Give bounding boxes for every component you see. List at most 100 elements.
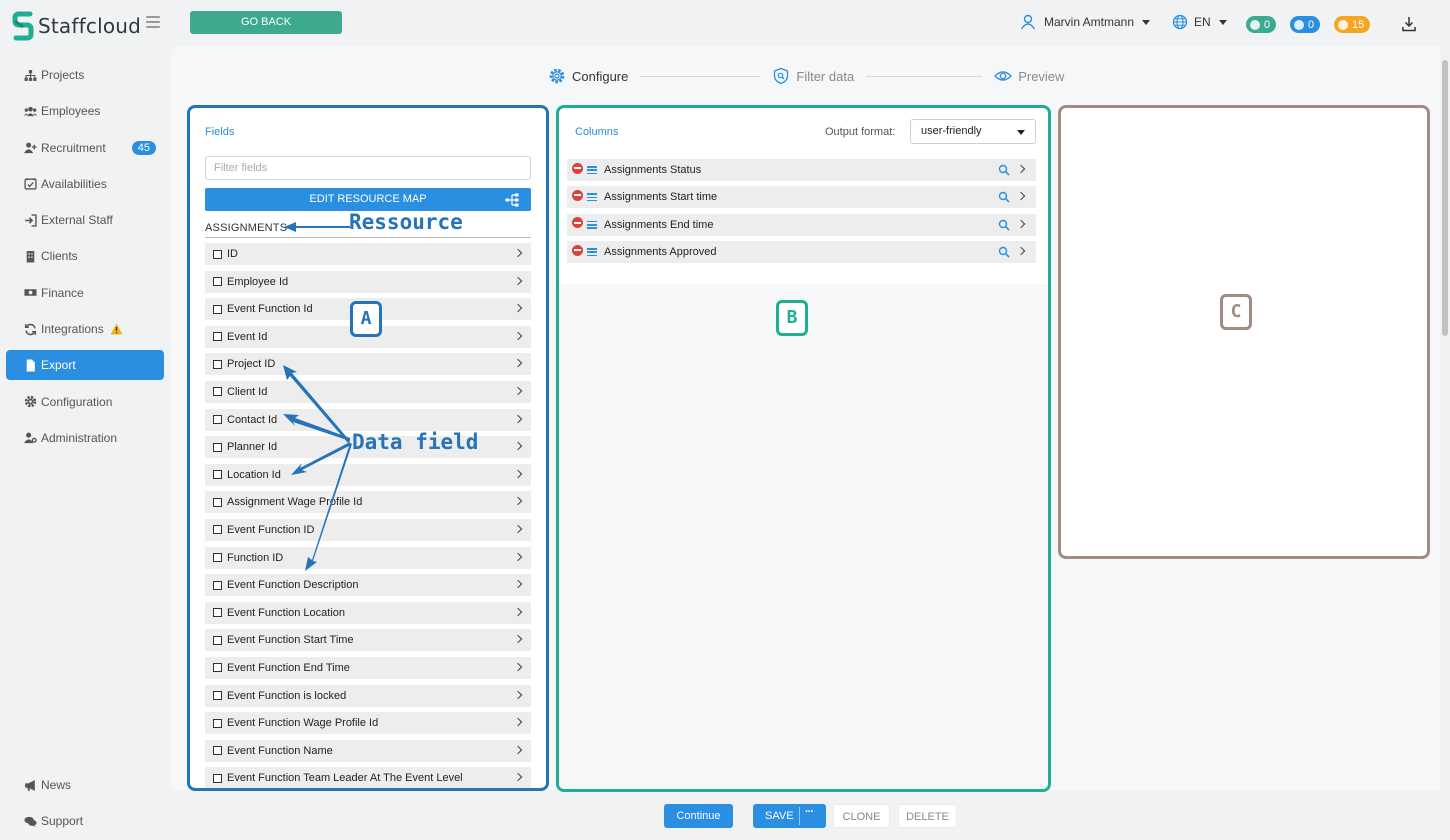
chevron-right-icon[interactable] (513, 441, 523, 451)
field-checkbox[interactable] (213, 691, 222, 700)
field-checkbox[interactable] (213, 580, 222, 590)
step-configure[interactable]: Configure (548, 67, 628, 85)
menu-toggle-icon[interactable] (146, 16, 160, 28)
notifications-badge[interactable]: 0 (1290, 16, 1321, 33)
sidebar-item-clients[interactable]: Clients (6, 241, 164, 271)
sidebar-item-export[interactable]: Export (6, 350, 164, 381)
sidebar-item-support[interactable]: Support (6, 806, 164, 836)
sidebar-item-employees[interactable]: Employees (6, 96, 164, 126)
field-row[interactable]: Event Function Name (205, 739, 531, 762)
logo[interactable]: Staffcloud (12, 10, 141, 42)
output-format-select[interactable]: user-friendly (910, 119, 1036, 144)
filter-fields-input[interactable]: Filter fields (205, 156, 531, 180)
field-row[interactable]: Function ID (205, 546, 531, 569)
delete-button[interactable]: DELETE (898, 804, 957, 828)
step-preview[interactable]: Preview (994, 67, 1064, 85)
remove-column-icon[interactable] (572, 244, 583, 256)
chevron-right-icon[interactable] (513, 497, 523, 506)
chevron-right-icon[interactable] (513, 690, 523, 699)
field-row[interactable]: Event Function is locked (205, 684, 531, 707)
drag-handle-icon[interactable] (587, 220, 597, 229)
chevron-right-icon[interactable] (513, 607, 523, 616)
field-row[interactable]: Event Function End Time (205, 656, 531, 679)
field-row[interactable]: Event Function Start Time (205, 629, 531, 652)
chevron-right-icon[interactable] (513, 469, 523, 478)
clone-button[interactable]: CLONE (833, 804, 890, 828)
search-icon[interactable] (998, 164, 1010, 176)
sidebar-item-projects[interactable]: Projects (6, 60, 164, 90)
scrollbar[interactable] (1440, 46, 1450, 790)
field-checkbox[interactable] (213, 387, 222, 397)
sidebar-item-recruitment[interactable]: Recruitment 45 (6, 133, 164, 163)
chevron-right-icon[interactable] (513, 717, 523, 727)
field-checkbox[interactable] (213, 746, 222, 756)
field-checkbox[interactable] (213, 718, 222, 728)
column-row[interactable]: Assignments Status (567, 159, 1036, 181)
drag-handle-icon[interactable] (587, 166, 597, 174)
field-row[interactable]: Client Id (205, 380, 531, 403)
save-button[interactable]: SAVE ··· (753, 804, 826, 828)
field-checkbox[interactable] (213, 497, 222, 507)
sidebar-item-integrations[interactable]: Integrations (6, 314, 164, 344)
user-menu[interactable]: Marvin Amtmann (1020, 14, 1151, 30)
field-checkbox[interactable] (213, 415, 222, 425)
chevron-right-icon[interactable] (513, 579, 523, 589)
messages-badge[interactable]: 0 (1246, 16, 1277, 33)
remove-column-icon[interactable] (572, 189, 583, 201)
field-row[interactable]: Project ID (205, 353, 531, 376)
chevron-right-icon[interactable] (513, 276, 523, 285)
sidebar-item-administration[interactable]: Administration (6, 423, 164, 453)
continue-button[interactable]: Continue (664, 804, 733, 828)
sidebar-item-configuration[interactable]: Configuration (6, 387, 164, 417)
field-row[interactable]: Event Function Wage Profile Id (205, 712, 531, 735)
field-row[interactable]: Location Id (205, 463, 531, 486)
column-row[interactable]: Assignments Approved (567, 241, 1036, 264)
chevron-right-icon[interactable] (513, 552, 523, 561)
field-checkbox[interactable] (213, 635, 222, 645)
field-row[interactable]: Contact Id (205, 408, 531, 431)
field-checkbox[interactable] (213, 304, 222, 314)
field-checkbox[interactable] (213, 525, 222, 535)
field-checkbox[interactable] (213, 359, 222, 369)
search-icon[interactable] (998, 219, 1010, 231)
chevron-right-icon[interactable] (513, 524, 523, 534)
download-icon[interactable] (1402, 16, 1416, 32)
column-row[interactable]: Assignments Start time (567, 186, 1036, 209)
field-checkbox[interactable] (213, 663, 222, 673)
field-checkbox[interactable] (213, 249, 222, 259)
field-row[interactable]: Employee Id (205, 270, 531, 293)
chevron-right-icon[interactable] (513, 359, 523, 368)
field-row[interactable]: Event Function Location (205, 601, 531, 624)
chevron-right-icon[interactable] (1016, 164, 1026, 174)
field-checkbox[interactable] (213, 442, 222, 452)
chevron-right-icon[interactable] (513, 773, 523, 782)
sidebar-item-external-staff[interactable]: External Staff (6, 205, 164, 235)
field-checkbox[interactable] (213, 608, 222, 618)
field-row[interactable]: Event Function ID (205, 518, 531, 541)
column-row[interactable]: Assignments End time (567, 213, 1036, 236)
chevron-right-icon[interactable] (1016, 246, 1026, 256)
language-selector[interactable]: EN (1172, 14, 1227, 30)
chevron-right-icon[interactable] (1016, 192, 1026, 201)
remove-column-icon[interactable] (572, 162, 583, 174)
field-row[interactable]: Event Function Team Leader At The Event … (205, 767, 531, 788)
go-back-button[interactable]: GO BACK (190, 11, 342, 34)
drag-handle-icon[interactable] (587, 193, 597, 202)
sidebar-item-news[interactable]: News (6, 770, 164, 800)
scrollbar-thumb[interactable] (1442, 60, 1448, 336)
search-icon[interactable] (998, 191, 1010, 203)
chevron-right-icon[interactable] (513, 745, 523, 754)
search-icon[interactable] (998, 246, 1010, 258)
field-checkbox[interactable] (213, 773, 222, 783)
chevron-right-icon[interactable] (513, 386, 523, 396)
field-row[interactable]: Event Function Description (205, 574, 531, 597)
chevron-right-icon[interactable] (513, 248, 523, 258)
drag-handle-icon[interactable] (587, 248, 597, 257)
step-filter-data[interactable]: Filter data (772, 67, 854, 85)
chevron-right-icon[interactable] (1016, 219, 1026, 229)
chevron-right-icon[interactable] (513, 662, 523, 672)
field-checkbox[interactable] (213, 470, 222, 480)
field-row[interactable]: ID (205, 243, 531, 265)
field-row[interactable]: Assignment Wage Profile Id (205, 491, 531, 514)
field-checkbox[interactable] (213, 277, 222, 287)
